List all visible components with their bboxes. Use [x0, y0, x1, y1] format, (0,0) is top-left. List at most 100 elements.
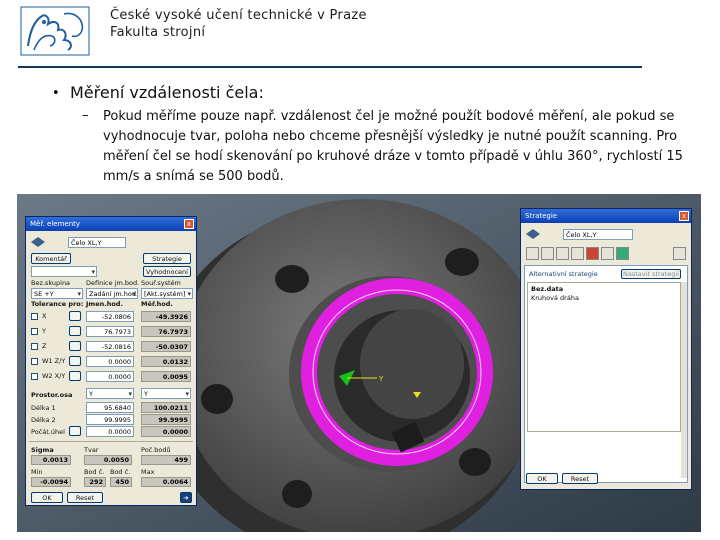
edit-pencil-icon[interactable] — [673, 247, 686, 260]
dialog-title: Měř. elementy — [30, 220, 81, 228]
reset-button[interactable]: Reset — [67, 492, 103, 503]
pick-value-button[interactable] — [69, 311, 81, 321]
toolbar-probe-icon[interactable] — [601, 247, 614, 260]
tolerance-label: Y — [42, 327, 46, 335]
ok-button[interactable]: OK — [526, 473, 558, 484]
ctu-lion-logo-icon — [20, 6, 90, 56]
strategy-titlebar[interactable]: Strategie x — [521, 209, 691, 223]
nominal-value-field[interactable]: -52.0816 — [86, 341, 134, 352]
angle-pick-button[interactable] — [69, 426, 81, 436]
bore-inner — [360, 309, 464, 419]
close-icon[interactable]: x — [184, 219, 194, 229]
divider — [29, 441, 193, 442]
nominal-value-field[interactable]: 0.0000 — [86, 371, 134, 382]
length2-label: Délka 2 — [31, 416, 56, 424]
bolt-hole — [282, 480, 312, 508]
measured-value: -50.0307 — [141, 341, 191, 352]
evaluation-button[interactable]: Vyhodnocení — [143, 266, 191, 277]
strategy-panel: Alternativní strategie Nastavit strategi… — [524, 265, 688, 483]
axis-y-label: Y — [378, 375, 384, 383]
comment-select[interactable] — [31, 266, 97, 277]
pick-value-button[interactable] — [69, 356, 81, 366]
measured-value: 0.0132 — [141, 356, 191, 367]
start-angle-nominal[interactable]: 0.0000 — [86, 426, 134, 437]
measured-value: 76.7973 — [141, 326, 191, 337]
points-count-label: Poč.bodů — [141, 446, 171, 454]
tolerance-label: Z — [42, 342, 47, 350]
nominal-header: Jmen.hod. — [86, 300, 123, 308]
measure-element-dialog: Měř. elementy x Čelo XL,Y Komentář Strat… — [25, 216, 197, 506]
toolbar-copy-icon[interactable] — [541, 247, 554, 260]
university-name: České vysoké učení technické v Praze — [110, 8, 367, 23]
toolbar-filter-icon[interactable] — [556, 247, 569, 260]
ref-group-label: Bez.skupina — [31, 279, 71, 287]
reset-button[interactable]: Reset — [562, 473, 598, 484]
measured-header: Měř.hod. — [141, 300, 173, 308]
measured-value: -49.3926 — [141, 311, 191, 322]
max-value: 0.0064 — [141, 477, 191, 487]
nominal-value-field[interactable]: 76.7973 — [86, 326, 134, 337]
tolerance-checkbox[interactable] — [31, 313, 38, 320]
dialog-titlebar[interactable]: Měř. elementy x — [26, 217, 196, 231]
space-axis-label: Prostor.osa — [31, 391, 73, 399]
pick-value-button[interactable] — [69, 341, 81, 351]
length2-measured: 99.9995 — [141, 414, 191, 425]
pick-value-button[interactable] — [69, 371, 81, 381]
alt-strategy-label: Alternativní strategie — [529, 270, 598, 278]
points-count-value: 499 — [141, 455, 191, 465]
software-screenshot: Y Měř. elementy x Čelo XL,Y Komentář Str… — [17, 194, 701, 532]
point-b-value: 450 — [110, 477, 132, 487]
tolerance-checkbox[interactable] — [31, 373, 38, 380]
pick-value-button[interactable] — [69, 326, 81, 336]
space-axis-select[interactable]: Y — [86, 388, 134, 399]
scrollbar[interactable] — [681, 282, 687, 478]
sigma-label: Sigma — [31, 446, 54, 454]
nominal-value-field[interactable]: -52.0806 — [86, 311, 134, 322]
strategy-title: Strategie — [525, 212, 558, 220]
coord-system-select[interactable]: [Akt.systém] — [141, 288, 193, 299]
bolt-hole — [201, 384, 233, 414]
definition-label: Definice jm.bod. — [86, 279, 140, 287]
max-label: Max — [141, 468, 155, 476]
slide-paragraph: Pokud měříme pouze např. vzdálenost čel … — [103, 109, 683, 184]
list-item[interactable]: Kruhová dráha — [531, 294, 579, 302]
measured-value: 0.0095 — [141, 371, 191, 382]
strategy-dialog: Strategie x Čelo XL,Y Alternativní strat… — [520, 208, 692, 490]
toolbar-chart-icon[interactable] — [526, 247, 539, 260]
tolerance-checkbox[interactable] — [31, 328, 38, 335]
bolt-hole — [445, 248, 479, 276]
tolerance-label: X — [42, 312, 47, 320]
strategy-name-field[interactable]: Čelo XL,Y — [563, 229, 633, 240]
tolerances-label: Tolerance pro: — [31, 300, 84, 308]
start-angle-measured: 0.0000 — [141, 426, 191, 437]
point-a-value: 292 — [84, 477, 106, 487]
tolerance-checkbox[interactable] — [31, 343, 38, 350]
point-b-label: Bod č. — [110, 468, 131, 476]
toolbar-paste-icon[interactable] — [571, 247, 584, 260]
strategy-button[interactable]: Strategie — [143, 253, 191, 264]
space-axis-measured: Y — [141, 388, 191, 399]
ref-group-select[interactable]: SE +Y — [31, 288, 83, 299]
dash-marker: – — [82, 108, 89, 123]
set-strategy-button[interactable]: Nastavit strategii — [621, 269, 681, 279]
list-item[interactable]: Bez.data — [531, 285, 563, 293]
length2-nominal[interactable]: 99.9995 — [86, 414, 134, 425]
sigma-value: 0.0013 — [31, 455, 71, 465]
length1-measured: 100.0211 — [141, 402, 191, 413]
next-arrow-icon[interactable]: ➔ — [180, 492, 192, 503]
close-icon[interactable]: x — [679, 211, 689, 221]
ok-button[interactable]: OK — [31, 492, 63, 503]
bullet-marker: • — [52, 86, 60, 101]
toolbar-path-icon[interactable] — [616, 247, 629, 260]
length1-nominal[interactable]: 95.6840 — [86, 402, 134, 413]
strategy-list[interactable]: Bez.data Kruhová dráha — [527, 282, 681, 432]
toolbar-settings-icon[interactable] — [586, 247, 599, 260]
tolerance-checkbox[interactable] — [31, 358, 38, 365]
element-name-field[interactable]: Čelo XL,Y — [68, 237, 126, 248]
comment-button[interactable]: Komentář — [31, 253, 71, 264]
nominal-value-field[interactable]: 0.0000 — [86, 356, 134, 367]
definition-select[interactable]: Zadání jm.hod. — [86, 288, 138, 299]
form-label: Tvar — [84, 446, 99, 454]
element-type-icon — [526, 229, 540, 239]
bolt-hole — [459, 448, 491, 476]
